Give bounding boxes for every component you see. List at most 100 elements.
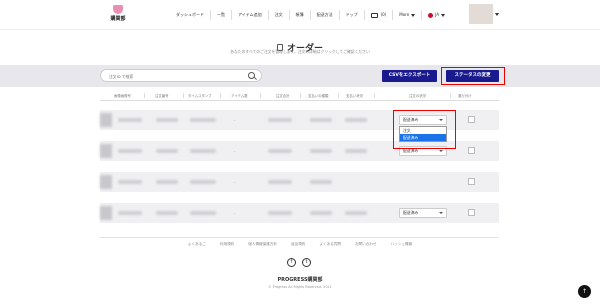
blurred-text bbox=[118, 180, 142, 184]
column-header: 注文番号 bbox=[155, 94, 169, 98]
chevron-down-icon bbox=[441, 13, 446, 17]
item-count: - bbox=[234, 180, 236, 185]
order-status-value: 配送済み bbox=[403, 210, 419, 215]
blurred-text bbox=[118, 211, 142, 215]
footer-link[interactable]: よくある質問 bbox=[312, 242, 348, 247]
item-count: - bbox=[234, 211, 236, 216]
blurred-text bbox=[345, 118, 367, 122]
footer-link[interactable]: ハッシュ情報 bbox=[384, 242, 420, 247]
site-logo[interactable]: 購買部 bbox=[107, 5, 129, 22]
divider bbox=[300, 93, 301, 98]
blurred-text bbox=[310, 180, 332, 184]
avatar[interactable] bbox=[469, 4, 493, 24]
blurred-text bbox=[156, 180, 178, 184]
table-row[interactable]: - bbox=[100, 172, 499, 192]
blurred-text bbox=[268, 211, 292, 215]
mail-icon bbox=[370, 12, 378, 18]
blurred-text bbox=[156, 118, 178, 122]
blurred-text bbox=[310, 118, 332, 122]
row-checkbox[interactable] bbox=[468, 178, 475, 185]
table-row[interactable]: - 配送済み bbox=[100, 203, 499, 223]
scroll-to-top-button[interactable]: ↑ bbox=[578, 285, 591, 298]
chevron-down-icon bbox=[439, 150, 443, 152]
nav-shop[interactable]: ドップ bbox=[340, 10, 365, 20]
divider bbox=[183, 93, 184, 98]
nav-ledger[interactable]: 帳簿 bbox=[290, 10, 311, 20]
nav-shipping[interactable]: 配送方法 bbox=[311, 10, 340, 20]
language-selector[interactable]: JA bbox=[422, 10, 451, 20]
more-label: More bbox=[399, 12, 410, 17]
top-header: 購買部 ダッシュボード 一覧 アイテム追加 注文 帳簿 配送方法 ドップ (0)… bbox=[0, 0, 600, 30]
nav-more[interactable]: More bbox=[393, 10, 423, 20]
divider bbox=[100, 237, 499, 238]
twitter-icon[interactable]: t bbox=[302, 258, 311, 267]
footer-link[interactable]: 個人情報保護方針 bbox=[241, 242, 284, 247]
nav-list[interactable]: 一覧 bbox=[211, 10, 232, 20]
blurred-text bbox=[345, 149, 367, 153]
item-count: - bbox=[234, 149, 236, 154]
footer-link[interactable]: お問い合わせ bbox=[348, 242, 384, 247]
column-header: タイムスタンプ bbox=[188, 94, 212, 98]
nav-dashboard[interactable]: ダッシュボード bbox=[170, 10, 211, 20]
column-header: 支払いの種類 bbox=[308, 94, 329, 98]
footer-brand: PROGRESS購買部 bbox=[277, 277, 323, 283]
logo-icon bbox=[113, 5, 123, 14]
search-input[interactable] bbox=[109, 72, 244, 80]
export-csv-button[interactable]: CSVをエクスポート bbox=[382, 70, 437, 82]
blurred-text bbox=[118, 118, 142, 122]
highlight-box bbox=[441, 67, 505, 85]
divider bbox=[260, 93, 261, 98]
blurred-text bbox=[156, 211, 178, 215]
row-checkbox[interactable] bbox=[468, 116, 475, 123]
chevron-down-icon bbox=[411, 13, 416, 17]
order-status-select[interactable]: 配送済み bbox=[399, 208, 447, 218]
blurred-text bbox=[268, 118, 292, 122]
blurred-text bbox=[310, 149, 332, 153]
blurred-text bbox=[310, 211, 332, 215]
orders-toolbar: CSVをエクスポート ステータスの変更 bbox=[0, 65, 600, 87]
highlight-box bbox=[393, 110, 456, 149]
search-box[interactable] bbox=[100, 69, 262, 82]
messages-count: (0) bbox=[380, 12, 387, 17]
blurred-text bbox=[190, 149, 216, 153]
language-label: JA bbox=[435, 12, 440, 17]
footer-links: よくあるご 利用規約 個人情報保護方針 返品規約 よくある質問 お問い合わせ ハ… bbox=[0, 242, 600, 247]
blurred-text bbox=[190, 180, 216, 184]
chevron-down-icon bbox=[439, 212, 443, 214]
footer-link[interactable]: 利用規約 bbox=[213, 242, 241, 247]
page-subtitle: あなたのすべてのご注文を管理します。注文の詳細はクリックしてご確認ください bbox=[230, 49, 370, 54]
divider bbox=[220, 93, 221, 98]
product-thumbnail bbox=[100, 206, 112, 220]
facebook-icon[interactable]: f bbox=[287, 258, 296, 267]
blurred-text bbox=[190, 211, 216, 215]
product-thumbnail bbox=[100, 113, 112, 127]
divider bbox=[374, 93, 375, 98]
chevron-down-icon[interactable] bbox=[495, 13, 499, 16]
main-nav: ダッシュボード 一覧 アイテム追加 注文 帳簿 配送方法 ドップ (0) Mor… bbox=[170, 10, 451, 20]
column-header: 画像画像号 bbox=[114, 94, 131, 98]
blurred-text bbox=[268, 180, 292, 184]
item-count: - bbox=[234, 118, 236, 123]
blurred-text bbox=[268, 149, 292, 153]
search-icon[interactable] bbox=[248, 72, 255, 79]
product-thumbnail bbox=[100, 144, 112, 158]
blurred-text bbox=[118, 149, 142, 153]
product-thumbnail bbox=[100, 175, 112, 189]
column-header: アイテム数 bbox=[231, 94, 248, 98]
footer-link[interactable]: よくあるご bbox=[181, 242, 213, 247]
divider bbox=[450, 93, 451, 98]
nav-messages[interactable]: (0) bbox=[365, 10, 394, 20]
column-header: 支払い状況 bbox=[346, 94, 363, 98]
column-header: 注文の状況 bbox=[409, 94, 426, 98]
copyright: © Progress All Rights Reserved. 2021 bbox=[268, 285, 332, 289]
row-checkbox[interactable] bbox=[468, 147, 475, 154]
footer-link[interactable]: 返品規約 bbox=[284, 242, 312, 247]
nav-orders[interactable]: 注文 bbox=[269, 10, 290, 20]
divider bbox=[338, 93, 339, 98]
nav-add-item[interactable]: アイテム追加 bbox=[232, 10, 269, 20]
blurred-text bbox=[345, 211, 367, 215]
blurred-text bbox=[156, 149, 178, 153]
logo-text: 購買部 bbox=[110, 16, 126, 22]
table-header: 画像画像号 注文番号 タイムスタンプ アイテム数 注文合計 支払いの種類 支払い… bbox=[100, 90, 499, 101]
row-checkbox[interactable] bbox=[468, 209, 475, 216]
